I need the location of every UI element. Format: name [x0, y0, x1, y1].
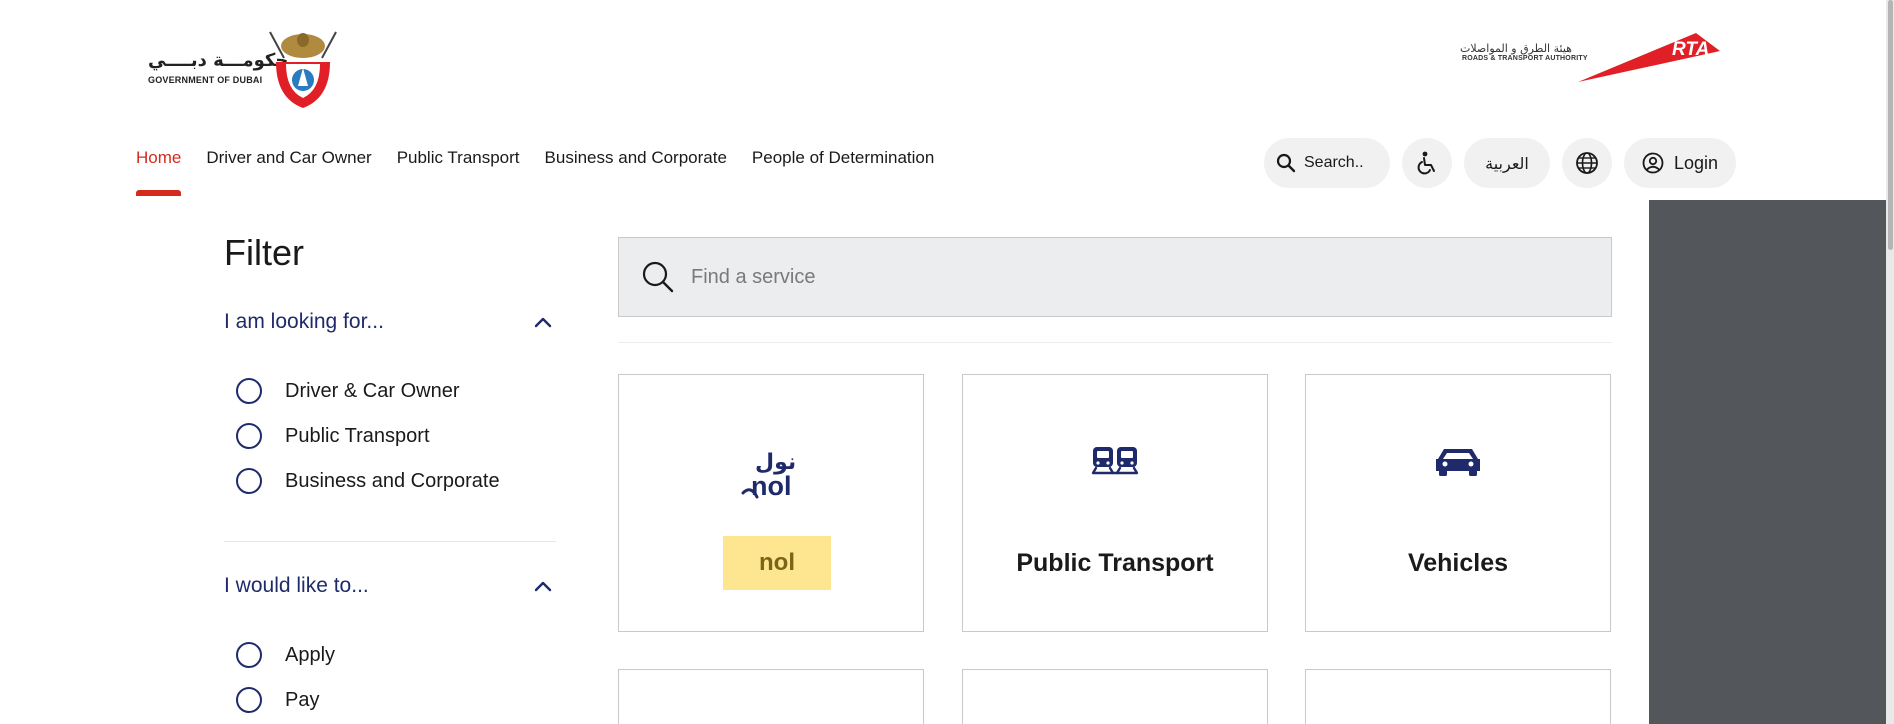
radio-button[interactable]: [236, 378, 262, 404]
login-button[interactable]: Login: [1624, 138, 1736, 188]
service-search-input[interactable]: Find a service: [618, 237, 1612, 317]
user-account-icon: [1642, 152, 1664, 174]
filter-section-looking-for-toggle[interactable]: I am looking for...: [224, 310, 552, 334]
service-card-public-transport[interactable]: Public Transport: [962, 374, 1268, 632]
filter-section-heading: I am looking for...: [224, 310, 384, 333]
filter-option-label: Business and Corporate: [285, 469, 500, 492]
gov-logo-english-text: GOVERNMENT OF DUBAI: [148, 75, 263, 85]
chevron-up-icon: [534, 317, 552, 328]
accessibility-button[interactable]: [1402, 138, 1452, 188]
rta-mark-icon: RTA: [1578, 33, 1720, 82]
service-card-vehicles[interactable]: Vehicles: [1305, 374, 1611, 632]
filter-divider: [224, 541, 556, 542]
header-search-button[interactable]: Search..: [1264, 138, 1390, 188]
search-icon: [1276, 153, 1296, 173]
service-card-label: Public Transport: [1016, 549, 1214, 577]
main-navigation: Home Driver and Car Owner Public Transpo…: [136, 148, 959, 196]
service-card-nol[interactable]: نول nol nol: [618, 374, 924, 632]
filter-section-would-like-to-toggle[interactable]: I would like to...: [224, 574, 552, 598]
radio-button[interactable]: [236, 468, 262, 494]
service-card[interactable]: [618, 669, 924, 724]
radio-button[interactable]: [236, 642, 262, 668]
nav-item-people-of-determination[interactable]: People of Determination: [752, 148, 934, 196]
filter-section-heading: I would like to...: [224, 574, 369, 597]
globe-icon: [1576, 152, 1598, 174]
nav-item-driver-and-car-owner[interactable]: Driver and Car Owner: [206, 148, 371, 196]
nol-logo-icon: نول nol: [619, 445, 923, 501]
rta-logo-english-text: ROADS & TRANSPORT AUTHORITY: [1462, 55, 1588, 62]
language-globe-button[interactable]: [1562, 138, 1612, 188]
service-card[interactable]: [962, 669, 1268, 724]
filter-option-driver-car-owner[interactable]: Driver & Car Owner: [236, 378, 459, 404]
accessibility-icon: [1417, 151, 1435, 175]
nav-item-public-transport[interactable]: Public Transport: [397, 148, 520, 196]
radio-button[interactable]: [236, 687, 262, 713]
nav-item-home[interactable]: Home: [136, 148, 182, 196]
filter-option-pay[interactable]: Pay: [236, 687, 319, 713]
login-label: Login: [1673, 152, 1719, 173]
section-divider: [618, 342, 1612, 343]
service-card-label: nol: [723, 536, 831, 590]
filter-option-business-and-corporate[interactable]: Business and Corporate: [236, 468, 500, 494]
service-card[interactable]: [1305, 669, 1611, 724]
filter-option-label: Pay: [285, 688, 320, 711]
tram-icon: [963, 445, 1267, 475]
right-side-panel: [1649, 200, 1886, 724]
filter-option-label: Apply: [285, 643, 336, 666]
page-scrollbar-thumb[interactable]: [1888, 0, 1893, 250]
dubai-emblem-icon: [269, 31, 337, 108]
filter-option-apply[interactable]: Apply: [236, 642, 335, 668]
header-search-label: Search..: [1304, 154, 1364, 171]
service-card-label: Vehicles: [1407, 549, 1509, 577]
filter-option-label: Public Transport: [285, 424, 430, 447]
service-search-placeholder: Find a service: [691, 265, 816, 288]
filter-title: Filter: [224, 232, 304, 273]
nav-item-business-and-corporate[interactable]: Business and Corporate: [545, 148, 727, 196]
svg-text:RTA: RTA: [1672, 39, 1709, 60]
filter-option-public-transport[interactable]: Public Transport: [236, 423, 430, 449]
rta-logo-arabic-text: هيئة الطرق و المواصلات: [1460, 42, 1572, 55]
car-icon: [1306, 445, 1610, 477]
search-icon: [642, 261, 674, 293]
filter-option-label: Driver & Car Owner: [285, 379, 460, 402]
chevron-up-icon: [534, 581, 552, 592]
arabic-language-button[interactable]: العربية: [1464, 138, 1550, 188]
radio-button[interactable]: [236, 423, 262, 449]
